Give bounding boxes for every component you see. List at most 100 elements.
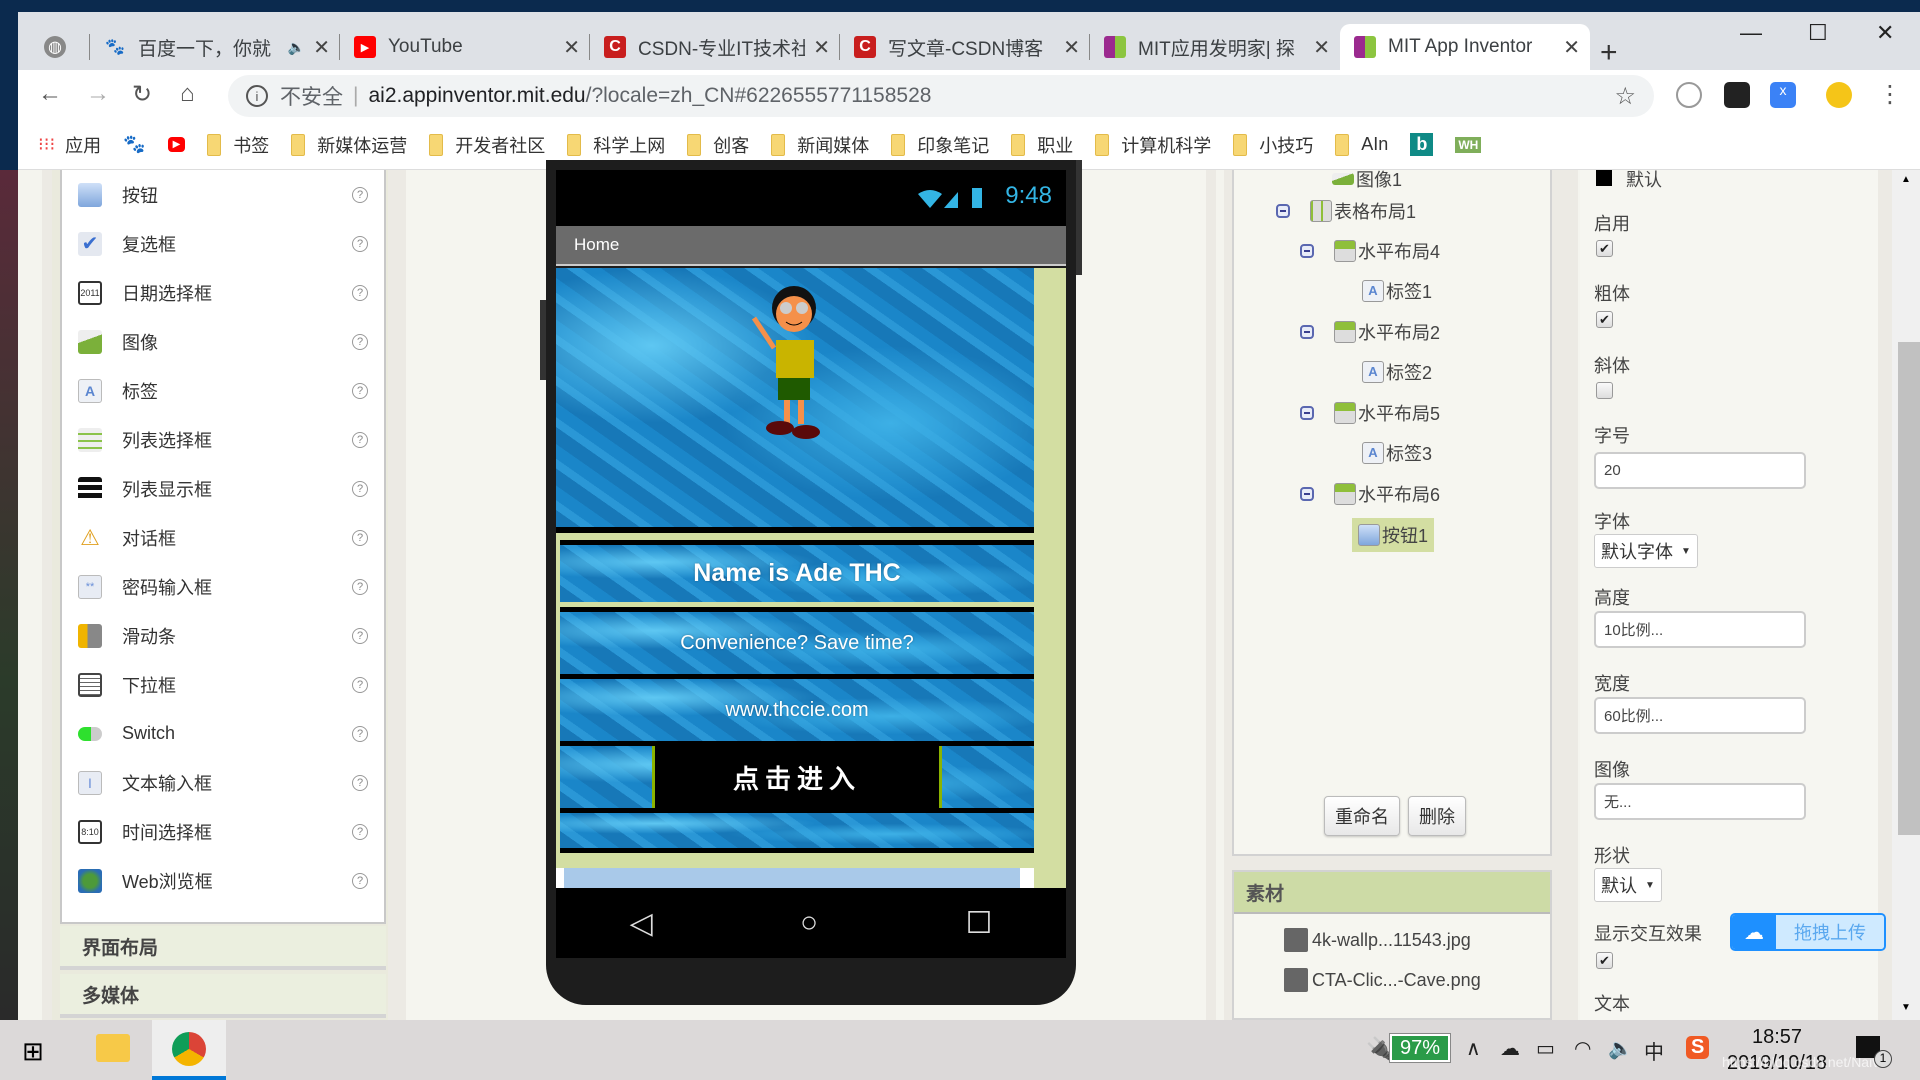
tab-youtube[interactable]: ▶ YouTube ✕ xyxy=(340,24,590,70)
help-icon[interactable]: ? xyxy=(352,578,368,595)
scroll-down-icon[interactable]: ▼ xyxy=(1901,1002,1911,1013)
audio-icon[interactable]: 🔈 xyxy=(288,39,305,56)
ime-indicator[interactable]: 中 xyxy=(1644,1036,1664,1065)
help-icon[interactable]: ? xyxy=(352,284,368,301)
palette-group-media[interactable]: 多媒体 xyxy=(60,974,386,1018)
collapse-toggle-icon[interactable] xyxy=(1300,244,1314,258)
textcolor-value[interactable]: 默认 xyxy=(1626,166,1662,192)
tab-pinned[interactable]: ◍ xyxy=(30,24,90,70)
help-icon[interactable]: ? xyxy=(352,333,368,350)
battery-indicator[interactable]: 97% xyxy=(1389,1033,1451,1063)
italic-checkbox[interactable] xyxy=(1596,382,1613,399)
help-icon[interactable]: ? xyxy=(352,774,368,791)
collapse-toggle-icon[interactable] xyxy=(1300,487,1314,501)
bookmark-folder[interactable]: 创客 xyxy=(687,132,749,158)
address-bar[interactable]: i 不安全 | ai2.appinventor.mit.edu /?locale… xyxy=(228,75,1654,117)
palette-item-webviewer[interactable]: Web浏览框? xyxy=(62,856,384,905)
bookmark-folder[interactable]: 科学上网 xyxy=(567,132,665,158)
bookmark-youtube[interactable]: ▶ xyxy=(167,137,186,152)
tree-node-horizontalarrangement2[interactable]: 水平布局2 xyxy=(1300,319,1440,345)
wifi-icon[interactable]: ◠ xyxy=(1574,1036,1591,1061)
show-hidden-icons[interactable]: ∧ xyxy=(1466,1036,1481,1061)
home-icon[interactable]: ⌂ xyxy=(180,80,195,108)
bold-checkbox[interactable]: ✔ xyxy=(1596,311,1613,328)
bookmark-folder[interactable]: 印象笔记 xyxy=(891,132,989,158)
tree-node-label2[interactable]: A 标签2 xyxy=(1362,359,1432,385)
collapse-toggle-icon[interactable] xyxy=(1300,325,1314,339)
palette-group-layout[interactable]: 界面布局 xyxy=(60,926,386,970)
onedrive-icon[interactable]: ☁ xyxy=(1500,1036,1520,1061)
bookmark-folder[interactable]: 新闻媒体 xyxy=(771,132,869,158)
page-scrollbar[interactable]: ▲ ▼ xyxy=(1892,170,1920,1020)
translate-extension-icon[interactable]: x xyxy=(1770,82,1796,108)
bookmark-star-icon[interactable]: ☆ xyxy=(1614,82,1636,111)
bookmark-folder[interactable]: 职业 xyxy=(1011,132,1073,158)
palette-item-textbox[interactable]: I 文本输入框? xyxy=(62,758,384,807)
feedback-checkbox[interactable]: ✔ xyxy=(1596,952,1613,969)
horizontal-arrangement-5[interactable]: www.thccie.com xyxy=(560,674,1034,741)
reload-icon[interactable]: ↻ xyxy=(132,80,152,109)
palette-item-listview[interactable]: 列表显示框? xyxy=(62,464,384,513)
bookmark-folder[interactable]: 新媒体运营 xyxy=(291,132,407,158)
drag-upload-widget[interactable]: ☁ 拖拽上传 xyxy=(1730,913,1886,951)
bookmark-folder[interactable]: 小技巧 xyxy=(1233,132,1313,158)
maximize-button[interactable]: ☐ xyxy=(1808,20,1828,46)
color-swatch[interactable] xyxy=(1596,170,1612,186)
scrollbar-thumb[interactable] xyxy=(1898,342,1920,835)
palette-item-slider[interactable]: 滑动条? xyxy=(62,611,384,660)
help-icon[interactable]: ? xyxy=(352,235,368,252)
bookmark-bing[interactable]: b xyxy=(1410,133,1434,156)
bookmark-folder[interactable]: 计算机科学 xyxy=(1095,132,1211,158)
info-icon[interactable]: i xyxy=(246,85,268,107)
close-tab-icon[interactable]: ✕ xyxy=(563,35,580,60)
fontsize-input[interactable]: 20 xyxy=(1594,452,1806,489)
collapse-toggle-icon[interactable] xyxy=(1300,406,1314,420)
label3[interactable]: www.thccie.com xyxy=(725,699,868,722)
tab-baidu[interactable]: 🐾 百度一下，你就 🔈 ✕ xyxy=(90,24,340,70)
palette-item-checkbox[interactable]: ✔ 复选框? xyxy=(62,219,384,268)
volume-icon[interactable]: 🔈 xyxy=(1608,1036,1633,1061)
help-icon[interactable]: ? xyxy=(352,480,368,497)
palette-item-label[interactable]: A 标签? xyxy=(62,366,384,415)
palette-item-passwordtextbox[interactable]: ** 密码输入框? xyxy=(62,562,384,611)
tree-node-image1[interactable]: 图像1 xyxy=(1332,166,1402,192)
label1[interactable]: Name is Ade THC xyxy=(693,559,900,588)
height-input[interactable]: 10比例... xyxy=(1594,611,1806,648)
windows-start-icon[interactable]: ⊞ xyxy=(22,1036,44,1067)
bookmark-folder[interactable]: 书签 xyxy=(207,132,269,158)
tab-mit-cn[interactable]: MIT应用发明家| 探 ✕ xyxy=(1090,24,1340,70)
minimize-button[interactable]: — xyxy=(1740,20,1762,46)
forward-icon[interactable]: → xyxy=(86,80,110,108)
close-tab-icon[interactable]: ✕ xyxy=(313,35,330,60)
palette-item-button[interactable]: 按钮? xyxy=(62,170,384,219)
back-icon[interactable]: ← xyxy=(38,80,62,108)
close-tab-icon[interactable]: ✕ xyxy=(1063,35,1080,60)
close-tab-icon[interactable]: ✕ xyxy=(1563,35,1580,60)
help-icon[interactable]: ? xyxy=(352,627,368,644)
menu-icon[interactable]: ⋮ xyxy=(1878,80,1902,109)
close-tab-icon[interactable]: ✕ xyxy=(1313,35,1330,60)
horizontal-arrangement-6[interactable]: 点击进入 xyxy=(560,741,1034,808)
delete-button[interactable]: 删除 xyxy=(1408,796,1466,836)
button1[interactable]: 点击进入 xyxy=(652,746,942,808)
close-window-button[interactable]: ✕ xyxy=(1876,20,1894,46)
enabled-checkbox[interactable]: ✔ xyxy=(1596,240,1613,257)
tree-node-horizontalarrangement5[interactable]: 水平布局5 xyxy=(1300,400,1440,426)
tab-mit-app-inventor[interactable]: MIT App Inventor ✕ xyxy=(1340,24,1590,70)
help-icon[interactable]: ? xyxy=(352,676,368,693)
bookmark-folder[interactable]: AIn xyxy=(1335,133,1388,156)
extension-icon[interactable] xyxy=(1724,82,1750,108)
close-tab-icon[interactable]: ✕ xyxy=(813,35,830,60)
tree-node-label1[interactable]: A 标签1 xyxy=(1362,278,1432,304)
tree-node-button1-selected[interactable]: 按钮1 xyxy=(1352,518,1435,552)
help-icon[interactable]: ? xyxy=(352,186,368,203)
palette-item-image[interactable]: 图像? xyxy=(62,317,384,366)
help-icon[interactable]: ? xyxy=(352,529,368,546)
palette-item-switch[interactable]: Switch? xyxy=(62,709,384,758)
new-tab-button[interactable]: + xyxy=(1600,36,1618,70)
width-input[interactable]: 60比例... xyxy=(1594,697,1806,734)
tab-csdn[interactable]: C CSDN-专业IT技术社 ✕ xyxy=(590,24,840,70)
palette-item-datepicker[interactable]: 2011 日期选择框? xyxy=(62,268,384,317)
fontface-select[interactable]: 默认字体 ▼ xyxy=(1594,534,1698,568)
file-explorer-icon[interactable] xyxy=(96,1034,130,1062)
